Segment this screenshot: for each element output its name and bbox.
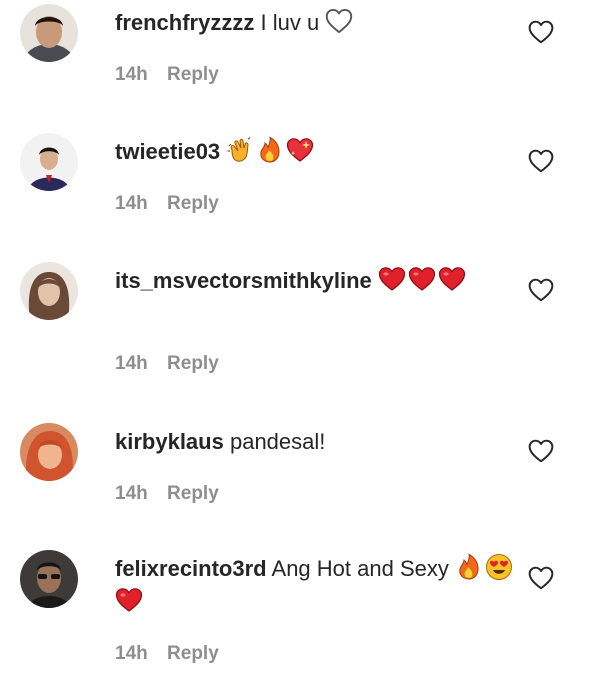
smiling-face-with-heart-eyes-icon <box>485 553 513 581</box>
like-heart-icon[interactable] <box>528 439 554 463</box>
red-heart-icon <box>115 586 143 614</box>
comment-username[interactable]: frenchfryzzzz <box>115 10 254 35</box>
comment-username[interactable]: kirbyklaus <box>115 429 224 454</box>
comment-username[interactable]: its_msvectorsmithkyline <box>115 268 372 293</box>
comment-body: its_msvectorsmithkyline <box>115 264 515 297</box>
avatar[interactable] <box>20 262 78 320</box>
comment-meta: 14h Reply <box>115 483 219 505</box>
reply-button[interactable]: Reply <box>167 643 219 664</box>
fire-icon <box>455 553 483 581</box>
red-heart-icon <box>378 265 406 293</box>
comment-timestamp: 14h <box>115 64 148 85</box>
comment-username[interactable]: twieetie03 <box>115 139 220 164</box>
like-heart-icon[interactable] <box>528 278 554 302</box>
comment-timestamp: 14h <box>115 483 148 504</box>
avatar[interactable] <box>20 4 78 62</box>
like-heart-icon[interactable] <box>528 566 554 590</box>
reply-button[interactable]: Reply <box>167 64 219 85</box>
sparkling-heart-icon <box>286 136 314 164</box>
comment-timestamp: 14h <box>115 643 148 664</box>
avatar[interactable] <box>20 133 78 191</box>
red-heart-icon <box>408 265 436 293</box>
comment-body: twieetie03 <box>115 135 515 168</box>
comment-text: pandesal! <box>229 429 326 454</box>
comment-body: kirbyklaus pandesal! <box>115 425 515 458</box>
comment-meta: 14h Reply <box>115 193 219 215</box>
comment-timestamp: 14h <box>115 193 148 214</box>
like-heart-icon[interactable] <box>528 149 554 173</box>
comment-body: frenchfryzzzz I luv u <box>115 6 515 39</box>
comment-body: felixrecinto3rd Ang Hot and Sexy <box>115 552 515 618</box>
like-heart-icon[interactable] <box>528 20 554 44</box>
fire-icon <box>256 136 284 164</box>
red-heart-icon <box>438 265 466 293</box>
comment-username[interactable]: felixrecinto3rd <box>115 556 267 581</box>
white-heart-icon <box>325 8 353 34</box>
comment-meta: 14h Reply <box>115 64 219 86</box>
comment-text: Ang Hot and Sexy <box>271 556 449 581</box>
comment-timestamp: 14h <box>115 353 148 374</box>
reply-button[interactable]: Reply <box>167 353 219 374</box>
comment-text: I luv u <box>260 10 320 35</box>
reply-button[interactable]: Reply <box>167 483 219 504</box>
reply-button[interactable]: Reply <box>167 193 219 214</box>
clapping-hands-icon <box>226 136 254 164</box>
avatar[interactable] <box>20 550 78 608</box>
comment-meta: 14h Reply <box>115 353 219 375</box>
comment-meta: 14h Reply <box>115 643 219 665</box>
avatar[interactable] <box>20 423 78 481</box>
